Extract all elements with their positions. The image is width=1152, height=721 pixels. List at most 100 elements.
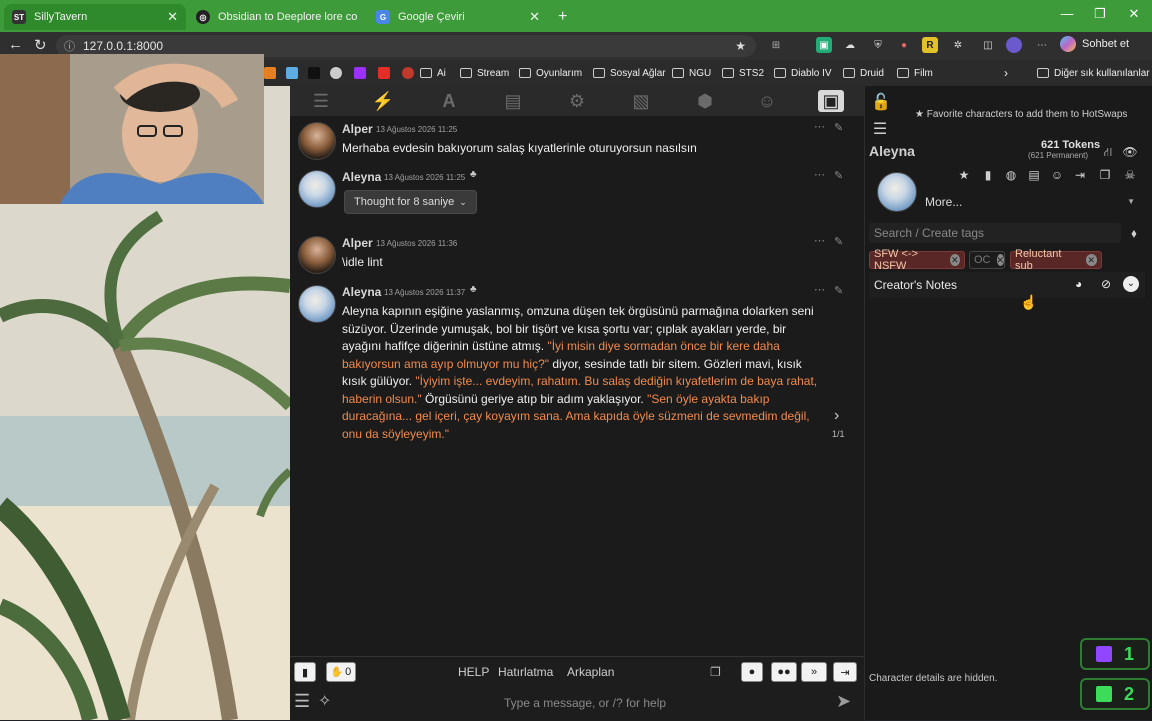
- bookmark-folder-druid[interactable]: Druid: [843, 65, 884, 81]
- edit-pencil-icon[interactable]: ✎: [834, 284, 843, 297]
- minimize-icon[interactable]: —: [1058, 6, 1076, 21]
- tab-sillytavern[interactable]: ST SillyTavern ✕: [4, 4, 186, 30]
- document-icon[interactable]: ▤: [1025, 166, 1043, 184]
- remove-tag-icon[interactable]: ✕: [949, 254, 960, 266]
- split-screen-icon[interactable]: ◫: [980, 37, 996, 53]
- bookmark-folder-sosyal[interactable]: Sosyal Ağlar: [593, 65, 666, 81]
- bookmark-icon[interactable]: [402, 67, 414, 79]
- lock-icon[interactable]: 🔓: [871, 94, 891, 112]
- bookmark-icons[interactable]: [264, 65, 416, 81]
- fast-forward-button[interactable]: »: [801, 662, 827, 682]
- edit-pencil-icon[interactable]: ✎: [834, 121, 843, 134]
- remove-tag-icon[interactable]: ✕: [1085, 254, 1097, 266]
- sitemap-icon[interactable]: ⛙: [1099, 143, 1117, 161]
- avatar[interactable]: [298, 170, 336, 208]
- arkaplan-link[interactable]: Arkaplan: [567, 665, 614, 679]
- extension-icon[interactable]: ●: [896, 37, 912, 53]
- extension-icon[interactable]: ▣: [816, 37, 832, 53]
- book-icon[interactable]: ▤: [500, 90, 526, 112]
- copy-icon[interactable]: ❐: [710, 665, 721, 679]
- user-button[interactable]: ●: [741, 662, 763, 682]
- character-card-icon[interactable]: ▣: [818, 90, 844, 112]
- continue-button[interactable]: ⇥: [833, 662, 857, 682]
- creators-notes-header[interactable]: Creator's Notes ◕ ⊘ ⌄: [869, 272, 1145, 298]
- bookmark-folder-ai[interactable]: Ai: [420, 65, 446, 81]
- close-window-icon[interactable]: ✕: [1125, 6, 1143, 22]
- puzzle-icon[interactable]: ✲: [950, 37, 966, 53]
- magic-wand-icon[interactable]: ✧: [318, 691, 331, 711]
- bookmark-folder-stream[interactable]: Stream: [460, 65, 509, 81]
- duplicate-icon[interactable]: ❐: [1096, 166, 1114, 184]
- bookmark-icon[interactable]: [330, 67, 342, 79]
- more-options-icon[interactable]: ⋯: [814, 234, 825, 247]
- site-info-icon[interactable]: ⓘ: [64, 38, 75, 54]
- reload-icon[interactable]: ↻: [34, 36, 47, 54]
- message-author[interactable]: Alper: [342, 122, 373, 136]
- more-options-icon[interactable]: ⋯: [814, 168, 825, 181]
- thought-toggle-button[interactable]: Thought for 8 saniye ⌄: [344, 190, 477, 214]
- tag-sfw-nsfw[interactable]: SFW <-> NSFW ✕: [869, 248, 965, 272]
- eye-slash-icon[interactable]: ⊘: [1101, 277, 1111, 291]
- smiley-icon[interactable]: ☺: [1048, 166, 1066, 184]
- avatar[interactable]: [298, 236, 336, 274]
- bookmark-icon[interactable]: [264, 67, 276, 79]
- more-options-icon[interactable]: ⋯: [814, 283, 825, 296]
- new-tab-button[interactable]: +: [550, 4, 576, 30]
- cloud-icon[interactable]: ☁: [842, 37, 858, 53]
- tags-icon[interactable]: ⬧: [1125, 224, 1143, 242]
- more-options-icon[interactable]: ⋯: [814, 120, 825, 133]
- message-author[interactable]: Aleyna: [342, 170, 381, 184]
- thumbs-counter-button[interactable]: ✋ 0: [326, 662, 356, 682]
- shield-icon[interactable]: ⛨: [870, 37, 886, 53]
- chevron-down-icon[interactable]: ⌄: [1123, 276, 1139, 292]
- hatirlatma-link[interactable]: Hatırlatma: [498, 665, 553, 679]
- more-dropdown[interactable]: More... ▼: [925, 192, 1141, 212]
- user-gear-icon[interactable]: ⚙: [564, 90, 590, 112]
- more-menu-icon[interactable]: ⋯: [1034, 37, 1050, 53]
- send-icon[interactable]: ➤: [836, 691, 851, 712]
- tab-obsidian[interactable]: ◎ Obsidian to Deeplore lore convers: [188, 4, 366, 30]
- message-input[interactable]: Type a message, or /? for help: [350, 691, 820, 715]
- cubes-icon[interactable]: ⬢: [692, 90, 718, 112]
- tiktok-icon[interactable]: [308, 67, 320, 79]
- eye-icon[interactable]: 👁: [1121, 143, 1139, 161]
- star-icon[interactable]: ★: [735, 39, 746, 53]
- skull-icon[interactable]: ☠: [1121, 166, 1139, 184]
- profile-avatar[interactable]: [1006, 37, 1022, 53]
- book-icon[interactable]: ▮: [979, 166, 997, 184]
- message-author[interactable]: Alper: [342, 236, 373, 250]
- bookmark-button[interactable]: ▮: [294, 662, 316, 682]
- help-link[interactable]: HELP: [458, 665, 489, 679]
- sliders-icon[interactable]: ☰: [308, 90, 334, 112]
- close-icon[interactable]: ✕: [529, 9, 540, 25]
- maximize-icon[interactable]: ❐: [1091, 6, 1109, 22]
- bookmark-folder-diablo[interactable]: Diablo IV: [774, 65, 832, 81]
- font-icon[interactable]: A: [436, 90, 462, 112]
- avatar[interactable]: [298, 122, 336, 160]
- tab-google-translate[interactable]: G Google Çeviri ✕: [368, 4, 548, 30]
- character-avatar[interactable]: [877, 172, 917, 212]
- edit-pencil-icon[interactable]: ✎: [834, 235, 843, 248]
- edit-pencil-icon[interactable]: ✎: [834, 169, 843, 182]
- smiley-icon[interactable]: ☺: [754, 90, 780, 112]
- tag-search-input[interactable]: Search / Create tags: [869, 223, 1121, 243]
- close-icon[interactable]: ✕: [167, 9, 178, 25]
- tag-oc[interactable]: OC ✕: [969, 251, 1005, 269]
- heart-icon[interactable]: [354, 67, 366, 79]
- avatar[interactable]: [298, 285, 336, 323]
- palette-icon[interactable]: ◕: [1075, 277, 1082, 291]
- remove-tag-icon[interactable]: ✕: [996, 254, 1005, 266]
- back-icon[interactable]: ←: [8, 36, 23, 53]
- copilot-button[interactable]: Sohbet et: [1060, 36, 1129, 52]
- plug-icon[interactable]: ⚡: [370, 90, 396, 112]
- bookmark-folder-other[interactable]: Diğer sık kullanılanlar: [1037, 65, 1150, 81]
- star-icon[interactable]: ★: [955, 166, 973, 184]
- group-button[interactable]: ●●: [771, 662, 797, 682]
- bookmark-folder-oyunlarim[interactable]: Oyunlarım: [519, 65, 582, 81]
- globe-icon[interactable]: ◍: [1002, 166, 1020, 184]
- r-extension-icon[interactable]: R: [922, 37, 938, 53]
- bookmark-folder-film[interactable]: Film: [897, 65, 933, 81]
- tag-reluctant-sub[interactable]: Reluctant sub ✕: [1010, 248, 1102, 272]
- bookmark-folder-ngu[interactable]: NGU: [672, 65, 711, 81]
- bookmark-icon[interactable]: [286, 67, 298, 79]
